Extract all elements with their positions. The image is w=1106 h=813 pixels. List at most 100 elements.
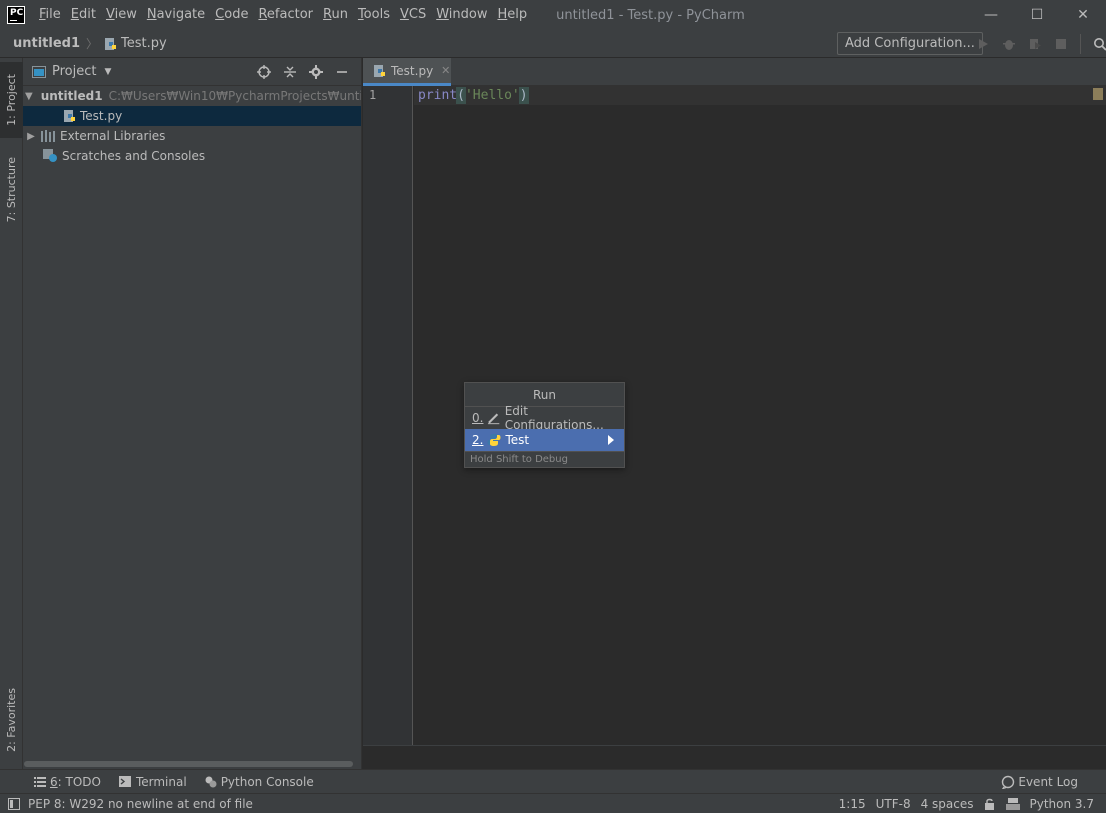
project-tool-button[interactable]: 1: Project [0,62,23,138]
collapse-all-icon[interactable] [277,62,303,82]
editor-tab-test-py[interactable]: Test.py ✕ [363,58,451,86]
editor-tab-label: Test.py [391,63,434,78]
tree-node-test-py[interactable]: Test.py [23,106,361,126]
edit-configurations-item[interactable]: 0. Edit Configurations... [465,404,624,432]
tree-node-scratches[interactable]: Scratches and Consoles [23,146,361,166]
breadcrumb-separator-icon: 〉 [86,37,99,51]
menu-vcs[interactable]: VCS [395,0,431,30]
terminal-label: Terminal [135,774,187,789]
menu-code[interactable]: Code [210,0,253,30]
edit-configurations-label: Edit Configurations... [504,404,604,432]
scratches-label: Scratches and Consoles [62,149,206,163]
external-libraries-label: External Libraries [60,129,166,143]
tree-node-external-libraries[interactable]: ▶ External Libraries [23,126,361,146]
editor-tab-bar: Test.py ✕ [363,58,1106,86]
breadcrumb-file-label: Test.py [121,36,167,51]
menu-tools[interactable]: Tools [353,0,395,30]
python-icon [487,434,501,446]
python-interpreter[interactable]: Python 3.7 [1030,797,1095,811]
project-tree: ▼ untitled1 C:₩Users₩Win10₩PycharmProjec… [23,86,361,166]
code-open-paren: ( [456,87,466,104]
editor-gutter: 1 [363,86,413,745]
menu-help[interactable]: Help [493,0,533,30]
menu-file[interactable]: File [34,0,66,30]
structure-tool-label: 7: Structure [5,157,18,223]
collapsed-arrow-icon[interactable]: ▶ [25,131,37,142]
gear-icon[interactable] [303,62,329,82]
event-log-icon [1002,775,1015,789]
chevron-down-icon: ▼ [104,66,112,77]
expanded-arrow-icon[interactable]: ▼ [25,91,33,102]
terminal-tool-button[interactable]: Terminal [113,771,193,793]
favorites-tool-button[interactable]: 2: Favorites [0,678,23,762]
add-configuration-button[interactable]: Add Configuration... [837,32,983,55]
breadcrumb-file[interactable]: Test.py [104,36,167,51]
python-console-label: Python Console [220,774,314,789]
menu-bar: File Edit View Navigate Code Refactor Ru… [34,0,532,30]
close-tab-icon[interactable]: ✕ [441,64,450,77]
breadcrumb-project[interactable]: untitled1 [13,36,80,51]
inspection-marker-icon[interactable] [1093,88,1103,100]
title-bar: PC File Edit View Navigate Code Refactor… [0,0,1106,30]
horizontal-scrollbar[interactable] [24,761,353,767]
close-window-button[interactable]: ✕ [1060,0,1106,30]
pycharm-logo-icon: PC [7,6,25,24]
menu-edit[interactable]: Edit [66,0,101,30]
todo-tool-button[interactable]: 6: TODO [28,771,107,793]
root-folder-path: C:₩Users₩Win10₩PycharmProjects₩untitled [108,89,361,103]
terminal-icon [118,776,131,787]
lock-icon[interactable] [984,798,996,810]
python-file-icon [374,64,385,77]
python-file-icon [105,37,117,50]
list-icon [34,776,46,787]
stop-icon[interactable] [1048,34,1074,54]
locate-icon[interactable] [251,62,277,82]
library-icon [41,130,55,142]
menu-navigate[interactable]: Navigate [142,0,210,30]
minimize-button[interactable]: — [968,0,1014,30]
menu-window[interactable]: Window [431,0,492,30]
bottom-tool-bar: 6: TODO Terminal Python Console Event Lo… [0,769,1106,793]
run-test-label: Test [505,433,530,447]
search-everywhere-icon[interactable] [1087,34,1106,54]
inspector-icon[interactable] [1005,798,1020,810]
debug-icon[interactable] [996,34,1022,54]
todo-mnemonic: 6 [50,774,58,789]
status-message-area[interactable]: PEP 8: W292 no newline at end of file [8,797,253,811]
indent-setting[interactable]: 4 spaces [921,797,974,811]
status-bar: PEP 8: W292 no newline at end of file 1:… [0,793,1106,813]
run-popup-hint: Hold Shift to Debug [465,451,624,467]
run-icon[interactable] [970,34,996,54]
caret-position[interactable]: 1:15 [839,797,866,811]
run-with-coverage-icon[interactable] [1022,34,1048,54]
file-encoding[interactable]: UTF-8 [876,797,911,811]
editor-bottom-strip [363,745,1106,769]
submenu-arrow-icon [608,435,614,445]
run-popup: Run 0. Edit Configurations... 2. Test Ho… [464,382,625,468]
project-view-selector[interactable]: Project ▼ [32,64,111,79]
hide-panel-icon[interactable] [329,62,355,82]
line-number: 1 [369,88,377,102]
root-folder-name: untitled1 [40,89,103,103]
run-test-item[interactable]: 2. Test [465,429,624,451]
event-log-label: Event Log [1018,775,1078,789]
event-log-tool-button[interactable]: Event Log [1001,771,1078,793]
menu-run[interactable]: Run [318,0,353,30]
tool-windows-icon [8,797,20,810]
code-builtin: print [418,88,458,103]
structure-tool-button[interactable]: 7: Structure [0,150,23,230]
app-logo-text: PC [10,8,24,18]
menu-refactor[interactable]: Refactor [253,0,318,30]
maximize-button[interactable]: ☐ [1014,0,1060,30]
python-console-tool-button[interactable]: Python Console [199,771,320,793]
project-panel-header: Project ▼ [23,58,361,86]
code-line: print('Hello') [418,87,529,104]
toolbar-divider [1080,34,1081,54]
tree-node-root[interactable]: ▼ untitled1 C:₩Users₩Win10₩PycharmProjec… [23,86,361,106]
status-widgets: 1:15 UTF-8 4 spaces Python 3.7 [829,794,1094,813]
python-file-icon [64,110,75,122]
menu-view[interactable]: View [101,0,142,30]
pencil-icon [488,413,500,425]
project-panel-tools [251,62,355,82]
run-toolbar [970,34,1106,54]
